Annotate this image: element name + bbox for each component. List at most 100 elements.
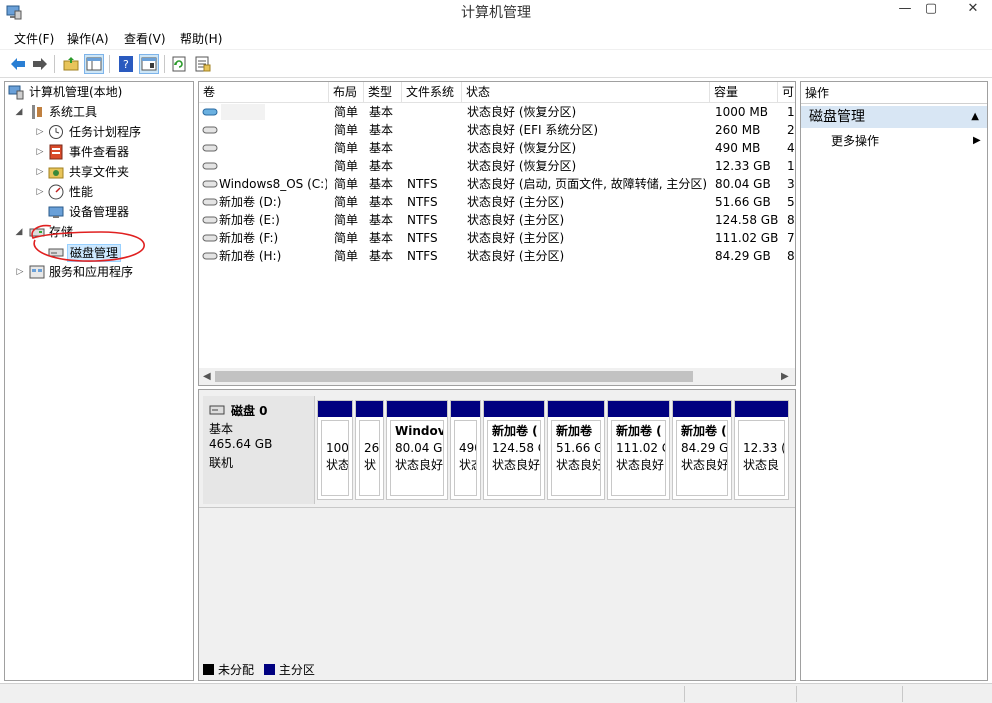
partition-block[interactable]: 新加卷 (111.02 G 状态良好 (607, 400, 670, 500)
expand-arrow-icon[interactable]: ▷ (35, 162, 45, 182)
scrollbar-thumb[interactable] (215, 371, 693, 382)
volume-status: 状态良好 (主分区) (467, 195, 565, 209)
more-actions-item[interactable]: 更多操作 ▶ (831, 132, 981, 150)
tree-item-services-apps[interactable]: ▷ 服务和应用程序 (5, 262, 193, 282)
partition-status: 状 (364, 458, 377, 472)
menu-action[interactable]: 操作(A) (67, 30, 109, 47)
volume-name: Windows8_OS (C:) (219, 177, 327, 191)
table-row[interactable]: 简单 基本 状态良好 (恢复分区) 1000 MB 1 (199, 103, 795, 121)
help-icon[interactable]: ? (116, 54, 136, 74)
legend-swatch-primary (263, 664, 275, 675)
tree-item-storage[interactable]: ◢ 存储 (5, 222, 193, 242)
table-row[interactable]: 新加卷 (D:) 简单 基本 NTFS 状态良好 (主分区) 51.66 GB 5 (199, 193, 795, 211)
partition-block[interactable]: 新加卷 51.66 G 状态良好 (547, 400, 605, 500)
volume-icon (202, 162, 218, 170)
tree-item-device-manager[interactable]: 设备管理器 (5, 202, 193, 222)
partition-header-bar (735, 401, 788, 417)
tree-label: 事件查看器 (69, 145, 130, 159)
table-row[interactable]: Windows8_OS (C:) 简单 基本 NTFS 状态良好 (启动, 页面文件, … (199, 175, 795, 193)
column-header-free[interactable]: 可 (778, 82, 795, 103)
partition-size: 51.66 G (556, 441, 601, 455)
menu-view[interactable]: 查看(V) (124, 30, 166, 47)
tree-item-shared-folders[interactable]: ▷ 共享文件夹 (5, 162, 193, 182)
table-row[interactable]: 新加卷 (F:) 简单 基本 NTFS 状态良好 (主分区) 111.02 GB 7 (199, 229, 795, 247)
column-header-type[interactable]: 类型 (364, 82, 402, 103)
volume-capacity: 84.29 GB (715, 249, 771, 263)
partition-body: Windov 80.04 GI 状态良好 (390, 420, 444, 496)
volume-capacity: 1000 MB (715, 105, 768, 119)
export-list-icon[interactable] (193, 54, 213, 74)
partition-block[interactable]: Windov 80.04 GI 状态良好 (386, 400, 448, 500)
volume-name: 新加卷 (D:) (219, 195, 282, 209)
partition-block[interactable]: 100 状态 (317, 400, 353, 500)
table-row[interactable]: 新加卷 (E:) 简单 基本 NTFS 状态良好 (主分区) 124.58 GB 8 (199, 211, 795, 229)
column-header-volume[interactable]: 卷 (199, 82, 329, 103)
legend-unallocated: 未分配 (218, 663, 255, 677)
partition-header-bar (484, 401, 544, 417)
collapse-up-icon[interactable]: ▲ (971, 106, 979, 128)
actions-section-disk-management[interactable]: 磁盘管理 ▲ (801, 106, 987, 128)
volume-free: 2 (787, 123, 795, 137)
table-row[interactable]: 简单 基本 状态良好 (恢复分区) 490 MB 4 (199, 139, 795, 157)
table-row[interactable]: 新加卷 (H:) 简单 基本 NTFS 状态良好 (主分区) 84.29 GB 8 (199, 247, 795, 265)
partition-body: 新加卷 (84.29 GI 状态良好 (676, 420, 728, 496)
menu-file[interactable]: 文件(F) (14, 30, 54, 47)
close-button[interactable]: ✕ (956, 0, 990, 20)
tree-item-disk-management[interactable]: 磁盘管理 (5, 242, 193, 262)
toolbar-separator (54, 55, 55, 73)
computer-management-icon (8, 85, 24, 100)
volume-free: 3 (787, 177, 795, 191)
disk-management-icon (48, 248, 64, 257)
volume-status: 状态良好 (主分区) (467, 213, 565, 227)
partition-block[interactable]: 490 状态 (450, 400, 481, 500)
partition-block[interactable]: 新加卷 (84.29 GI 状态良好 (672, 400, 732, 500)
properties-icon[interactable] (139, 54, 159, 74)
partition-status: 状态良好 (616, 458, 665, 472)
collapse-arrow-icon[interactable]: ◢ (14, 222, 24, 242)
table-row[interactable]: 简单 基本 状态良好 (恢复分区) 12.33 GB 1 (199, 157, 795, 175)
refresh-icon[interactable] (169, 54, 189, 74)
horizontal-scrollbar[interactable]: ◀ ▶ (199, 368, 795, 385)
tree-item-system-tools[interactable]: ◢ 系统工具 (5, 102, 193, 122)
partition-block[interactable]: 新加卷 (124.58 G 状态良好 (483, 400, 545, 500)
expand-arrow-icon[interactable]: ▷ (35, 122, 45, 142)
expand-arrow-icon[interactable]: ▷ (35, 182, 45, 202)
table-row[interactable]: 简单 基本 状态良好 (EFI 系统分区) 260 MB 2 (199, 121, 795, 139)
column-header-filesystem[interactable]: 文件系统 (402, 82, 462, 103)
volume-icon (202, 198, 218, 206)
collapse-arrow-icon[interactable]: ◢ (14, 102, 24, 122)
back-arrow-icon[interactable] (8, 54, 28, 74)
volume-type: 基本 (369, 105, 394, 119)
scroll-left-arrow-icon[interactable]: ◀ (203, 368, 211, 385)
tree-label: 计算机管理(本地) (29, 85, 123, 99)
partition-body: 新加卷 (124.58 G 状态良好 (487, 420, 541, 496)
expand-arrow-icon[interactable]: ▷ (15, 262, 25, 282)
menu-help[interactable]: 帮助(H) (180, 30, 222, 47)
tree-item-task-scheduler[interactable]: ▷ 任务计划程序 (5, 122, 193, 142)
clock-icon (49, 125, 63, 139)
partition-block[interactable]: 26 状 (355, 400, 384, 500)
forward-arrow-icon[interactable] (30, 54, 50, 74)
volume-free: 8 (787, 213, 795, 227)
expand-arrow-icon[interactable]: ▷ (35, 142, 45, 162)
volume-type: 基本 (369, 195, 394, 209)
actions-pane: 操作 磁盘管理 ▲ 更多操作 ▶ (800, 81, 988, 681)
partition-block[interactable]: 12.33 (状态良 (734, 400, 789, 500)
column-header-layout[interactable]: 布局 (329, 82, 364, 103)
tree-item-performance[interactable]: ▷ 性能 (5, 182, 193, 202)
folder-up-icon[interactable] (61, 54, 81, 74)
column-header-status[interactable]: 状态 (462, 82, 710, 103)
volume-capacity: 80.04 GB (715, 177, 771, 191)
volume-layout: 简单 (334, 177, 359, 191)
volume-layout: 简单 (334, 195, 359, 209)
tree-item-computer-management[interactable]: 计算机管理(本地) (5, 82, 193, 102)
submenu-arrow-icon: ▶ (973, 135, 981, 146)
partition-body: 100 状态 (321, 420, 349, 496)
column-header-capacity[interactable]: 容量 (710, 82, 778, 103)
volume-list: 卷 布局 类型 文件系统 状态 容量 可 简单 基本 状态良好 (恢复分区) 1000… (198, 81, 796, 386)
tree-item-event-viewer[interactable]: ▷ 事件查看器 (5, 142, 193, 162)
scroll-right-arrow-icon[interactable]: ▶ (781, 368, 789, 385)
show-hide-tree-icon[interactable] (84, 54, 104, 74)
volume-filesystem: NTFS (407, 213, 438, 227)
maximize-button[interactable]: ▢ (914, 0, 948, 20)
